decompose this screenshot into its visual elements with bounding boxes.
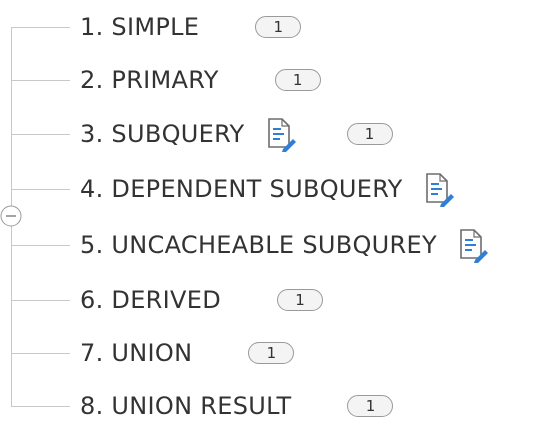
node-label: 8. UNION RESULT bbox=[80, 392, 292, 420]
tree-node[interactable]: 3. SUBQUERY 1 bbox=[80, 114, 393, 154]
mind-map-tree: 1. SIMPLE 1 2. PRIMARY 1 3. SUBQUERY 1 4. DEPE… bbox=[0, 0, 544, 447]
count-badge[interactable]: 1 bbox=[346, 123, 393, 145]
tree-node[interactable]: 7. UNION 1 bbox=[80, 333, 295, 373]
tree-node[interactable]: 5. UNCACHEABLE SUBQUREY bbox=[80, 225, 489, 265]
node-label: 1. SIMPLE bbox=[80, 13, 200, 41]
count-badge[interactable]: 1 bbox=[255, 16, 302, 38]
note-edit-icon[interactable] bbox=[457, 227, 489, 263]
collapse-toggle[interactable] bbox=[0, 205, 22, 227]
tree-node[interactable]: 8. UNION RESULT 1 bbox=[80, 386, 394, 426]
node-label: 6. DERIVED bbox=[80, 286, 221, 314]
count-badge[interactable]: 1 bbox=[347, 395, 394, 417]
count-badge[interactable]: 1 bbox=[274, 69, 321, 91]
tree-node[interactable]: 6. DERIVED 1 bbox=[80, 280, 323, 320]
node-label: 5. UNCACHEABLE SUBQUREY bbox=[80, 231, 437, 259]
tree-node[interactable]: 1. SIMPLE 1 bbox=[80, 7, 302, 47]
note-edit-icon[interactable] bbox=[265, 116, 297, 152]
node-label: 3. SUBQUERY bbox=[80, 120, 245, 148]
node-label: 4. DEPENDENT SUBQUERY bbox=[80, 175, 403, 203]
count-badge[interactable]: 1 bbox=[277, 289, 323, 311]
node-label: 7. UNION bbox=[80, 339, 193, 367]
tree-node[interactable]: 2. PRIMARY 1 bbox=[80, 60, 321, 100]
minus-circle-icon bbox=[0, 205, 22, 227]
tree-node[interactable]: 4. DEPENDENT SUBQUERY bbox=[80, 169, 455, 209]
count-badge[interactable]: 1 bbox=[248, 342, 295, 364]
node-label: 2. PRIMARY bbox=[80, 66, 219, 94]
note-edit-icon[interactable] bbox=[423, 171, 455, 207]
